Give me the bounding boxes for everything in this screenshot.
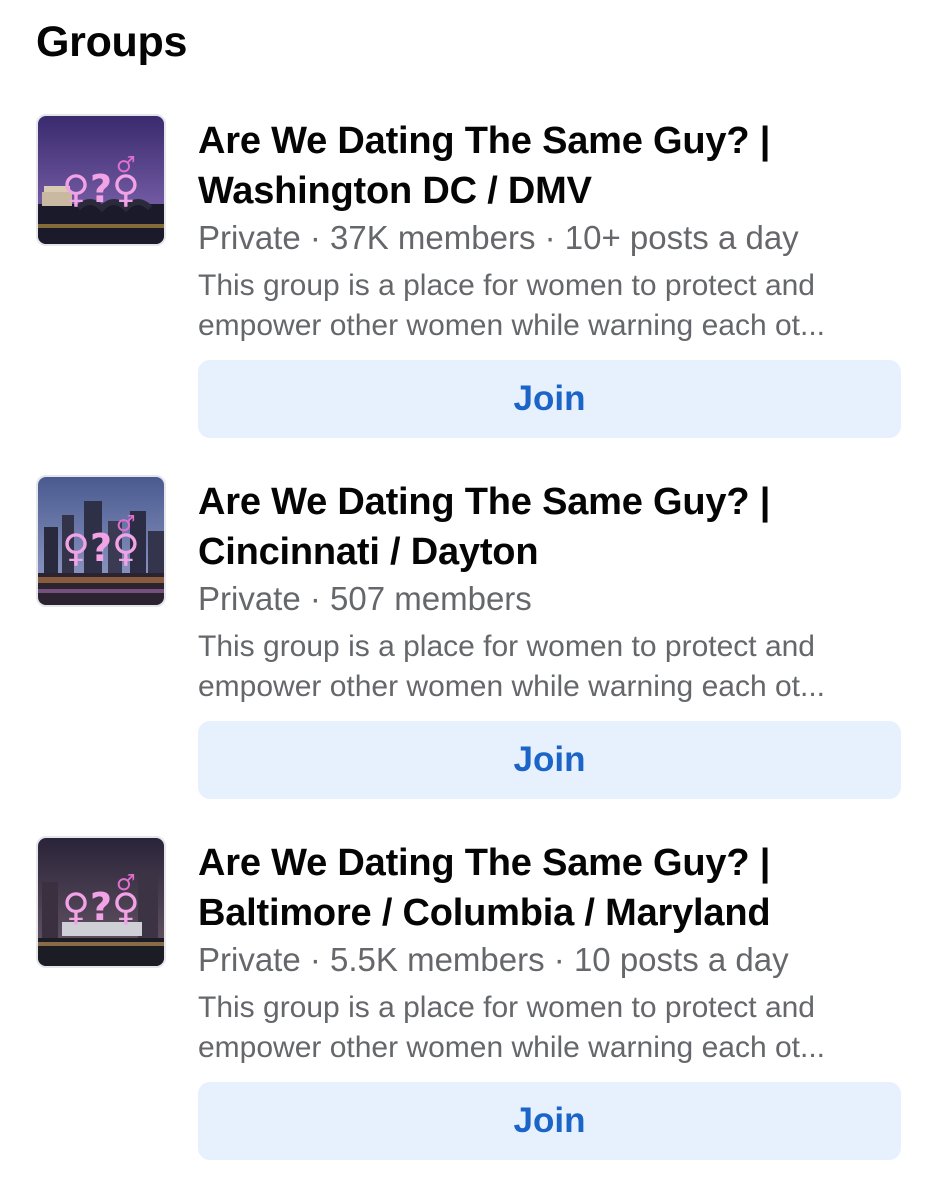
group-description-line1: This group is a place for women to prote… — [198, 630, 815, 663]
group-cover-image[interactable]: ♀?♀ ♂ — [36, 836, 166, 968]
group-description-line2: empower other women while warning each o… — [198, 309, 825, 342]
group-name[interactable]: Are We Dating The Same Guy? | Cincinnati… — [198, 477, 908, 577]
group-description-line1: This group is a place for women to prote… — [198, 991, 815, 1024]
group-card[interactable]: ♀?♀ ♂ Are We Dating The Same Guy? | Balt… — [0, 836, 936, 1176]
group-meta: Private · 37K members · 10+ posts a day — [198, 219, 799, 256]
group-meta: Private · 507 members — [198, 580, 532, 617]
group-description: This group is a place for women to prote… — [198, 266, 898, 346]
group-card[interactable]: ♀?♀ ♂ Are We Dating The Same Guy? | Cinc… — [0, 475, 936, 815]
group-description-line2: empower other women while warning each o… — [198, 670, 825, 703]
svg-text:♂: ♂ — [116, 871, 136, 896]
group-name-line1[interactable]: Are We Dating The Same Guy? | — [198, 116, 908, 166]
group-meta: Private · 5.5K members · 10 posts a day — [198, 941, 789, 978]
group-name-line2[interactable]: Baltimore / Columbia / Maryland — [198, 888, 908, 938]
group-cover-image[interactable]: ♀?♀ ♂ — [36, 114, 166, 246]
join-button[interactable]: Join — [198, 360, 901, 438]
group-description-line1: This group is a place for women to prote… — [198, 269, 815, 302]
section-title: Groups — [36, 18, 188, 66]
group-name[interactable]: Are We Dating The Same Guy? | Baltimore … — [198, 838, 908, 938]
svg-text:♂: ♂ — [116, 153, 136, 178]
group-description: This group is a place for women to prote… — [198, 627, 898, 707]
group-name-line2[interactable]: Cincinnati / Dayton — [198, 527, 908, 577]
group-card[interactable]: ♀?♀ ♂ Are We Dating The Same Guy? | Wash… — [0, 114, 936, 454]
group-name-line1[interactable]: Are We Dating The Same Guy? | — [198, 477, 908, 527]
svg-text:♂: ♂ — [116, 512, 136, 537]
join-button[interactable]: Join — [198, 1082, 901, 1160]
group-description-line2: empower other women while warning each o… — [198, 1031, 825, 1064]
group-name-line1[interactable]: Are We Dating The Same Guy? | — [198, 838, 908, 888]
group-cover-image[interactable]: ♀?♀ ♂ — [36, 475, 166, 607]
join-button[interactable]: Join — [198, 721, 901, 799]
group-description: This group is a place for women to prote… — [198, 988, 898, 1068]
group-name-line2[interactable]: Washington DC / DMV — [198, 166, 908, 216]
group-name[interactable]: Are We Dating The Same Guy? | Washington… — [198, 116, 908, 216]
